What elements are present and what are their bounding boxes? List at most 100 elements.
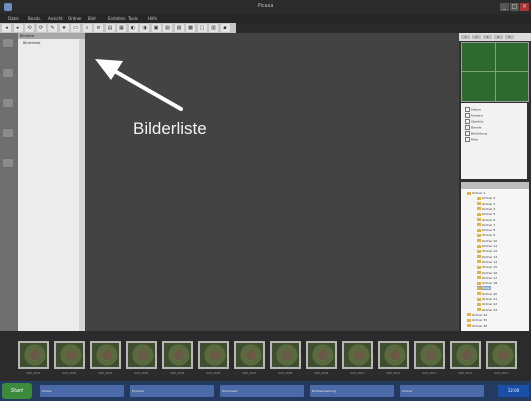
menu-item-bearb-[interactable]: Bearb.	[28, 16, 41, 21]
checkbox-icon[interactable]	[465, 131, 470, 136]
toolbar-button[interactable]: ⌕	[82, 24, 92, 32]
toolbar-button[interactable]: ★	[59, 24, 69, 32]
checkbox-icon[interactable]	[465, 107, 470, 112]
toolbar-button[interactable]: ▦	[117, 24, 126, 32]
folder-item[interactable]: Ordner 14	[477, 260, 497, 264]
folder-item[interactable]: Ordner 8	[477, 228, 495, 232]
folder-item[interactable]: Ordner 7	[477, 223, 495, 227]
menu-item-hilfe[interactable]: Hilfe	[148, 16, 157, 21]
folder-item[interactable]: Ordner 2	[477, 196, 495, 200]
tool-icon[interactable]	[3, 99, 13, 107]
toolbar-button[interactable]: ⟳	[36, 24, 46, 32]
navigator-tab[interactable]: 3	[483, 35, 492, 39]
folder-item[interactable]: Ordner 15	[477, 265, 497, 269]
tool-icon[interactable]	[3, 129, 13, 137]
folder-item[interactable]: Ordner 12	[477, 249, 497, 253]
maximize-button[interactable]: □	[510, 3, 519, 11]
folder-item[interactable]: Ordner 4	[477, 207, 495, 211]
thumbnail[interactable]	[18, 341, 49, 369]
folder-item[interactable]: Bilder	[477, 286, 491, 291]
tool-icon[interactable]	[3, 69, 13, 77]
thumbnail[interactable]	[486, 341, 517, 369]
close-button[interactable]: ×	[520, 3, 529, 11]
info-row[interactable]: Objektiv	[465, 119, 483, 124]
info-row[interactable]: Filter	[465, 137, 478, 142]
menu-item-tools[interactable]: Tools	[128, 16, 138, 21]
menu-item-erstellen[interactable]: Erstellen	[108, 16, 126, 21]
folder-item[interactable]: Ordner 25	[467, 318, 487, 322]
thumbnail[interactable]	[234, 341, 265, 369]
toolbar-button[interactable]: ▧	[163, 24, 172, 32]
toolbar-button[interactable]: ▩	[186, 24, 195, 32]
thumbnail[interactable]	[378, 341, 409, 369]
toolbar-button[interactable]: ▥	[209, 24, 218, 32]
toolbar-button[interactable]: ▤	[105, 24, 115, 32]
menu-item-bild[interactable]: Bild	[88, 16, 96, 21]
folder-item[interactable]: Ordner 9	[477, 233, 495, 237]
info-row[interactable]: Datum	[465, 107, 481, 112]
menu-item-ansicht[interactable]: Ansicht	[48, 16, 63, 21]
thumbnail[interactable]	[342, 341, 373, 369]
toolbar-button[interactable]: ◂	[2, 24, 11, 32]
toolbar-button[interactable]: ▨	[174, 24, 184, 32]
taskbar-task[interactable]: Explorer	[130, 385, 214, 397]
menu-item-ordner[interactable]: Ordner	[68, 16, 82, 21]
folder-item[interactable]: Ordner 10	[477, 239, 497, 243]
thumbnail[interactable]	[450, 341, 481, 369]
folder-item[interactable]: Ordner 6	[477, 218, 495, 222]
folder-item[interactable]: Ordner 24	[467, 313, 487, 317]
navigator-preview[interactable]	[461, 42, 529, 102]
folder-item[interactable]: Ordner 21	[477, 297, 497, 301]
folder-item[interactable]: Ordner 16	[477, 271, 497, 275]
navigator-tab[interactable]: 5	[505, 35, 514, 39]
toolbar-button[interactable]: ◐	[128, 24, 138, 32]
toolbar-button[interactable]: ▢	[197, 24, 207, 32]
tool-icon[interactable]	[3, 159, 13, 167]
navigator-tab[interactable]: 1	[461, 35, 470, 39]
folder-item[interactable]: Ordner 20	[477, 292, 497, 296]
info-row[interactable]: Belichtung	[465, 131, 487, 136]
folder-item[interactable]: Ordner 5	[477, 212, 495, 216]
folder-item[interactable]: Ordner 3	[477, 202, 495, 206]
folder-item[interactable]: Ordner 11	[477, 244, 497, 248]
image-list-item[interactable]: Bilderliste	[23, 41, 73, 46]
thumbnail[interactable]	[90, 341, 121, 369]
folder-item[interactable]: Ordner 22	[477, 302, 497, 306]
info-row[interactable]: Blende	[465, 125, 481, 130]
toolbar-button[interactable]: ⟲	[25, 24, 34, 32]
thumbnail[interactable]	[198, 341, 229, 369]
toolbar-button[interactable]: ▪	[220, 24, 230, 32]
minimize-button[interactable]: _	[500, 3, 509, 11]
thumbnail[interactable]	[126, 341, 157, 369]
navigator-tab[interactable]: 2	[472, 35, 481, 39]
thumbnail[interactable]	[306, 341, 337, 369]
folder-item[interactable]: Ordner 13	[477, 255, 497, 259]
checkbox-icon[interactable]	[465, 125, 470, 130]
taskbar-task[interactable]: Ordner	[400, 385, 484, 397]
folder-item[interactable]: Ordner 17	[477, 276, 497, 280]
checkbox-icon[interactable]	[465, 119, 470, 124]
menu-item-datei[interactable]: Datei	[8, 16, 19, 21]
toolbar-button[interactable]: ▣	[151, 24, 161, 32]
folder-item[interactable]: Ordner 18	[477, 281, 497, 285]
navigator-tab[interactable]: 4	[494, 35, 503, 39]
folder-item[interactable]: Ordner 23	[477, 308, 497, 312]
folder-item[interactable]: Ordner 26	[467, 324, 487, 328]
thumbnail[interactable]	[414, 341, 445, 369]
taskbar-task[interactable]: Picasa	[40, 385, 124, 397]
info-row[interactable]: Kamera	[465, 113, 483, 118]
toolbar-button[interactable]: ≡	[94, 24, 103, 32]
toolbar-button[interactable]: ✎	[48, 24, 57, 32]
thumbnail[interactable]	[54, 341, 85, 369]
folder-item[interactable]: Ordner 1	[467, 191, 485, 195]
toolbar-button[interactable]: ▸	[13, 24, 23, 32]
toolbar-button[interactable]: ◑	[140, 24, 149, 32]
thumbnail[interactable]	[270, 341, 301, 369]
taskbar-task[interactable]: Bildbearbeitung	[310, 385, 394, 397]
toolbar-button[interactable]: ▭	[71, 24, 80, 32]
start-button[interactable]: Start	[2, 383, 32, 399]
tool-icon[interactable]	[3, 39, 13, 47]
thumbnail[interactable]	[162, 341, 193, 369]
checkbox-icon[interactable]	[465, 137, 470, 142]
checkbox-icon[interactable]	[465, 113, 470, 118]
